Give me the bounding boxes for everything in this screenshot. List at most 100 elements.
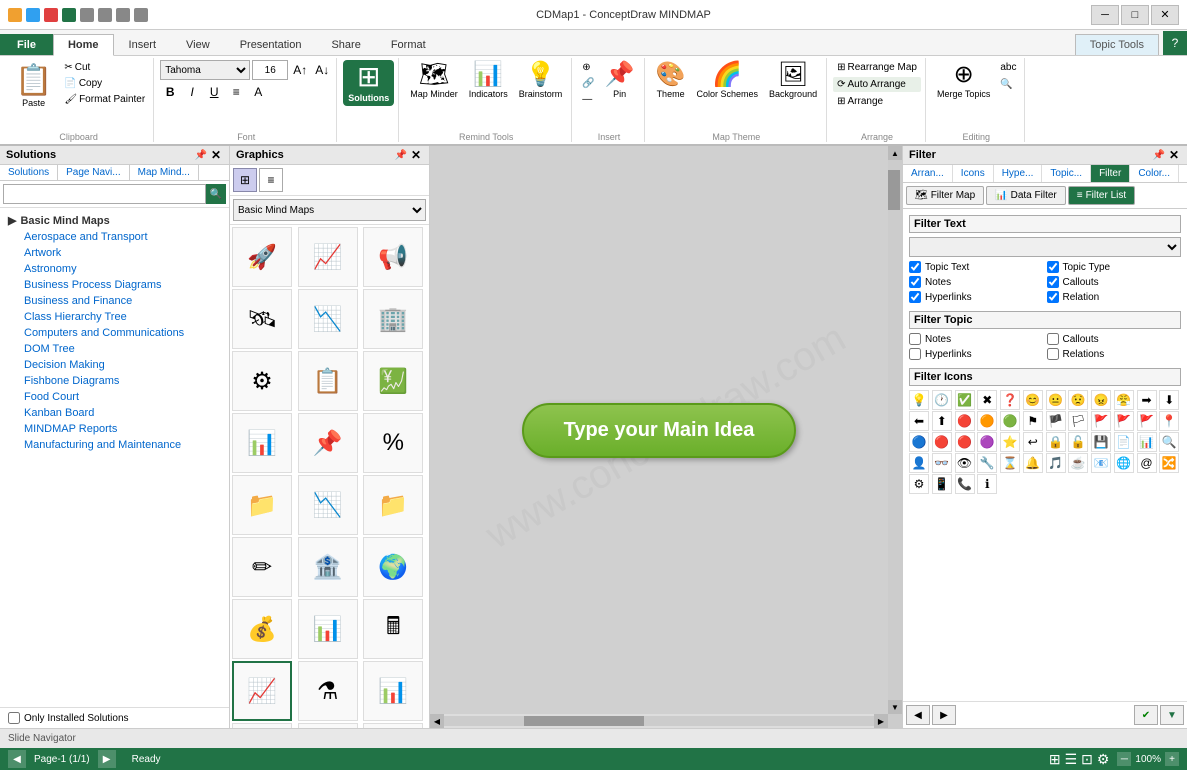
scroll-thumb-h[interactable]	[524, 716, 644, 726]
filter-icon-14[interactable]: 🔴	[955, 411, 975, 431]
copy-button[interactable]: 📄 Copy	[60, 76, 149, 91]
topic-hyperlinks-checkbox[interactable]	[909, 348, 921, 360]
minimize-button[interactable]: ─	[1091, 5, 1119, 25]
category-basic-mind-maps[interactable]: ▶ Basic Mind Maps	[0, 212, 229, 229]
solutions-item-class-hierarchy[interactable]: Class Hierarchy Tree	[0, 309, 229, 325]
solutions-panel-close[interactable]: ✕	[209, 148, 223, 162]
canvas-area[interactable]: www.conceptdraw.com Type your Main Idea …	[430, 146, 902, 728]
filter-check-button[interactable]: ✔	[1134, 705, 1158, 725]
format-painter-button[interactable]: 🖌 Format Painter	[60, 92, 149, 107]
filter-icon-1[interactable]: 🕐	[932, 390, 952, 410]
filter-icon-17[interactable]: ⚑	[1023, 411, 1043, 431]
filter-icon-41[interactable]: 🔔	[1023, 453, 1043, 473]
zoom-in-button[interactable]: +	[1165, 752, 1179, 766]
solutions-tab-map-mind[interactable]: Map Mind...	[130, 165, 199, 180]
help-button[interactable]: ?	[1163, 31, 1187, 55]
font-increase-button[interactable]: A↑	[290, 60, 310, 80]
graphics-item-9[interactable]: 💹	[363, 351, 423, 411]
scroll-track-v[interactable]	[888, 160, 902, 700]
filter-tab-hype[interactable]: Hype...	[994, 165, 1043, 182]
filter-icon-43[interactable]: ☕	[1068, 453, 1088, 473]
solutions-button[interactable]: ⊞ Solutions	[343, 60, 394, 106]
background-button[interactable]: 🖼 Background	[764, 60, 822, 102]
solutions-item-astronomy[interactable]: Astronomy	[0, 261, 229, 277]
topic-type-checkbox[interactable]	[1047, 261, 1059, 273]
solutions-item-food-court[interactable]: Food Court	[0, 389, 229, 405]
brainstorm-button[interactable]: 💡 Brainstorm	[514, 60, 568, 102]
filter-icon-6[interactable]: 😐	[1046, 390, 1066, 410]
auto-arrange-button[interactable]: ⟳ Auto Arrange	[833, 77, 921, 92]
abc-button[interactable]: abc	[996, 60, 1020, 75]
filter-icon-3[interactable]: ✖	[977, 390, 997, 410]
filter-icon-25[interactable]: 🔴	[932, 432, 952, 452]
filter-icon-42[interactable]: 🎵	[1046, 453, 1066, 473]
data-filter-button[interactable]: 📊 Data Filter	[986, 186, 1066, 205]
filter-panel-close[interactable]: ✕	[1167, 148, 1181, 162]
graphics-item-25[interactable]: 💻	[232, 723, 292, 728]
graphics-item-11[interactable]: 📌	[298, 413, 358, 473]
graphics-item-12[interactable]: %	[363, 413, 423, 473]
insert-btn-2[interactable]: 🔗	[578, 76, 598, 91]
text-color-button[interactable]: A	[248, 82, 268, 102]
merge-topics-button[interactable]: ⊕ Merge Topics	[932, 60, 995, 102]
notes-checkbox-text[interactable]	[909, 276, 921, 288]
tab-home[interactable]: Home	[53, 34, 114, 56]
status-icon-2[interactable]: ☰	[1065, 751, 1078, 768]
filter-icon-23[interactable]: 📍	[1159, 411, 1179, 431]
next-page-button[interactable]: ▶	[98, 750, 116, 768]
tab-file[interactable]: File	[0, 34, 53, 55]
graphics-item-22[interactable]: 📈	[232, 661, 292, 721]
filter-icon-28[interactable]: ⭐	[1000, 432, 1020, 452]
solutions-item-decision-making[interactable]: Decision Making	[0, 357, 229, 373]
filter-icon-27[interactable]: 🟣	[977, 432, 997, 452]
filter-prev-button[interactable]: ◀	[906, 705, 930, 725]
filter-icon-9[interactable]: 😤	[1114, 390, 1134, 410]
filter-icon-11[interactable]: ⬇	[1159, 390, 1179, 410]
graphics-item-24[interactable]: 📊	[363, 661, 423, 721]
filter-map-button[interactable]: 🗺 Filter Map	[906, 186, 984, 205]
filter-icon-10[interactable]: ➡	[1137, 390, 1157, 410]
solutions-item-manufacturing[interactable]: Manufacturing and Maintenance	[0, 437, 229, 453]
filter-icon-4[interactable]: ❓	[1000, 390, 1020, 410]
scroll-down-arrow[interactable]: ▼	[888, 700, 902, 714]
graphics-item-5[interactable]: 📉	[298, 289, 358, 349]
filter-tab-color[interactable]: Color...	[1130, 165, 1179, 182]
graphics-grid-view-button[interactable]: ⊞	[233, 168, 257, 192]
solutions-item-computers[interactable]: Computers and Communications	[0, 325, 229, 341]
graphics-item-8[interactable]: 📋	[298, 351, 358, 411]
filter-icon-47[interactable]: 🔀	[1159, 453, 1179, 473]
prev-page-button[interactable]: ◀	[8, 750, 26, 768]
filter-icon-37[interactable]: 👓	[932, 453, 952, 473]
graphics-item-17[interactable]: 🏦	[298, 537, 358, 597]
scroll-left-arrow[interactable]: ◀	[430, 714, 444, 728]
color-schemes-button[interactable]: 🌈 Color Schemes	[692, 60, 764, 102]
filter-icon-5[interactable]: 😊	[1023, 390, 1043, 410]
indicators-button[interactable]: 📊 Indicators	[464, 60, 513, 102]
scroll-up-arrow[interactable]: ▲	[888, 146, 902, 160]
rearrange-map-button[interactable]: ⊞ Rearrange Map	[833, 60, 921, 75]
solutions-search-input[interactable]	[3, 184, 206, 204]
filter-icon-48[interactable]: ⚙	[909, 474, 929, 494]
filter-icon-49[interactable]: 📱	[932, 474, 952, 494]
insert-btn-1[interactable]: ⊕	[578, 60, 598, 75]
filter-icon-8[interactable]: 😠	[1091, 390, 1111, 410]
solutions-item-business-finance[interactable]: Business and Finance	[0, 293, 229, 309]
filter-icon-31[interactable]: 🔓	[1068, 432, 1088, 452]
filter-tab-filter[interactable]: Filter	[1091, 165, 1130, 182]
filter-panel-pin[interactable]: 📌	[1150, 150, 1166, 161]
solutions-item-mindmap-reports[interactable]: MINDMAP Reports	[0, 421, 229, 437]
filter-icon-18[interactable]: 🏴	[1046, 411, 1066, 431]
canvas-vertical-scrollbar[interactable]: ▲ ▼	[888, 146, 902, 714]
underline-button[interactable]: U	[204, 82, 224, 102]
graphics-item-20[interactable]: 📊	[298, 599, 358, 659]
graphics-item-18[interactable]: 🌍	[363, 537, 423, 597]
solutions-item-business-process[interactable]: Business Process Diagrams	[0, 277, 229, 293]
filter-icon-39[interactable]: 🔧	[977, 453, 997, 473]
text-align-button[interactable]: ≡	[226, 82, 246, 102]
status-icon-3[interactable]: ⊡	[1081, 751, 1093, 768]
scroll-track-h[interactable]	[444, 716, 874, 726]
filter-icon-36[interactable]: 👤	[909, 453, 929, 473]
filter-icon-24[interactable]: 🔵	[909, 432, 929, 452]
graphics-item-19[interactable]: 💰	[232, 599, 292, 659]
maximize-button[interactable]: □	[1121, 5, 1149, 25]
